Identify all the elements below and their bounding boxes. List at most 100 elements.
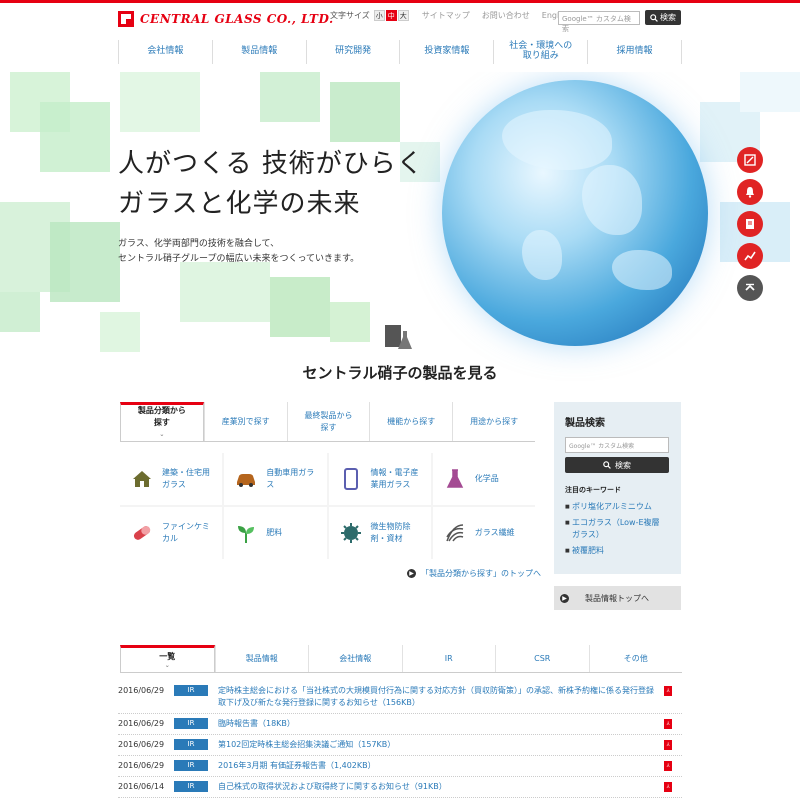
decor-square [330,302,370,342]
product-category-grid: 建築・住宅用 ガラス 自動車用ガラ ス 情報・電子産 業用ガラス 化学品 ファイ… [120,453,535,559]
product-search-button[interactable]: 検索 [565,457,669,473]
contact-link[interactable]: お問い合わせ [482,10,530,21]
news-date: 2016/06/29 [118,761,165,770]
car-icon [234,467,258,491]
keyword-link[interactable]: エコガラス（Low-E複層 ガラス） [565,517,670,541]
news-tab-ir[interactable]: IR [401,645,496,672]
category-label: 建築・住宅用 ガラス [162,468,210,489]
category-label: 微生物防除 剤・資材 [370,522,411,543]
decor-square [260,72,320,122]
global-nav: 会社情報 製品情報 研究開発 投資家情報 社会・環境への 取り組み 採用情報 [118,40,682,64]
news-item: 2016/06/29 IR 第102回定時株主総会招集決議ご通知（157KB） … [118,735,682,756]
utility-bar: 文字サイズ 小 中 大 サイトマップ お問い合わせ English [330,10,571,21]
capsule-icon [130,521,154,545]
hero-sub-line2: セントラル硝子グループの幅広い未来をつくっていきます。 [118,254,360,264]
site-search-input[interactable]: Google™ カスタム検索 [558,11,640,33]
category-fine-chemicals[interactable]: ファインケミ カル [120,507,223,559]
category-label: 化学品 [474,474,499,483]
hero-title-line1: 人がつくる 技術がひらく [118,149,424,179]
nav-careers[interactable]: 採用情報 [587,40,682,64]
float-document-button[interactable] [737,211,763,237]
news-tab-products[interactable]: 製品情報 [214,645,309,672]
category-chemicals[interactable]: 化学品 [432,453,535,505]
category-label: 肥料 [266,528,283,537]
float-chart-button[interactable] [737,243,763,269]
company-logo[interactable]: CENTRAL GLASS CO., LTD. [118,11,334,27]
tab-by-category-label: 製品分類から 探す [137,406,186,427]
chevron-down-icon: ⌄ [159,431,165,438]
product-info-top-button[interactable]: ▶ 製品情報トップへ [554,586,681,610]
news-item: 2016/06/29 IR 定時株主総会における「当社株式の大規模買付行為に関す… [118,681,682,714]
decor-square [180,262,270,322]
news-tab-company[interactable]: 会社情報 [308,645,402,672]
page-top-button[interactable] [737,275,763,301]
category-electronics-glass[interactable]: 情報・電子産 業用ガラス [328,453,431,505]
font-size-large-button[interactable]: 大 [397,10,409,21]
glass-flask-icon [383,323,415,355]
tab-by-usage[interactable]: 用途から探す [452,402,535,441]
hero-title: 人がつくる 技術がひらく ガラスと化学の未来 [118,144,424,224]
news-tab-csr[interactable]: CSR [495,645,589,672]
site-search-button[interactable]: 検索 [645,10,681,25]
font-size-small-button[interactable]: 小 [373,10,385,21]
category-glass-fiber[interactable]: ガラス繊維 [432,507,535,559]
globe-image [442,80,708,346]
arrow-right-icon: ▶ [560,593,569,603]
category-label: ガラス繊維 [474,528,515,537]
float-news-button[interactable] [737,179,763,205]
products-heading: セントラル硝子の製品を見る [302,364,498,382]
category-label: ファインケミ カル [162,522,210,543]
news-list: 2016/06/29 IR 定時株主総会における「当社株式の大規模買付行為に関す… [118,681,682,798]
category-auto-glass[interactable]: 自動車用ガラ ス [224,453,327,505]
nav-company[interactable]: 会社情報 [118,40,212,64]
tablet-icon [339,467,363,491]
news-tab-other[interactable]: その他 [588,645,683,672]
hero-sub-line1: ガラス、化学両部門の技術を融合して、 [118,239,280,249]
news-title-link[interactable]: 第102回定時株主総会招集決議ご通知（157KB） [218,739,682,751]
news-tab-all[interactable]: 一覧 ⌄ [120,645,215,672]
decor-square [0,292,40,332]
category-building-glass[interactable]: 建築・住宅用 ガラス [120,453,223,505]
category-microbial-control[interactable]: 微生物防除 剤・資材 [328,507,431,559]
globe-land [502,110,612,170]
logo-text: CENTRAL GLASS CO., LTD. [140,12,334,26]
tab-by-function[interactable]: 機能から探す [369,402,453,441]
tab-by-industry[interactable]: 産業別で探す [203,402,287,441]
news-tag: IR [174,685,208,696]
nav-csr[interactable]: 社会・環境への 取り組み [493,40,587,64]
nav-investors[interactable]: 投資家情報 [399,40,493,64]
float-product-button[interactable] [737,147,763,173]
news-date: 2016/06/29 [118,740,165,749]
category-top-link[interactable]: ▶ 「製品分類から探す」のトップへ [407,568,541,579]
tab-by-final-product[interactable]: 最終製品から 探す [286,402,370,441]
chevron-down-icon: ⌄ [164,662,170,669]
nav-research[interactable]: 研究開発 [305,40,400,64]
decor-square [40,102,110,172]
news-title-link[interactable]: 定時株主総会における「当社株式の大規模買付行為に関する対応方針（買収防衛策）」の… [218,685,682,709]
news-date: 2016/06/14 [118,782,165,791]
news-title-link[interactable]: 2016年3月期 有価証券報告書（1,402KB） [218,760,682,772]
pdf-icon: ⅄ [664,719,672,729]
font-size-medium-button[interactable]: 中 [385,10,397,21]
news-title-link[interactable]: 臨時報告書（18KB） [218,718,682,730]
category-top-link-label: 「製品分類から探す」のトップへ [421,569,541,578]
category-fertilizer[interactable]: 肥料 [224,507,327,559]
news-tag: IR [174,739,208,750]
sitemap-link[interactable]: サイトマップ [422,10,470,21]
brand-top-line [0,0,800,3]
sprout-icon [234,521,258,545]
news-item: 2016/06/29 IR 2016年3月期 有価証券報告書（1,402KB） … [118,756,682,777]
tab-by-category[interactable]: 製品分類から 探す ⌄ [120,402,204,441]
keywords-title: 注目のキーワード [565,486,621,494]
product-search-input[interactable]: Google™ カスタム検索 [565,437,669,453]
decor-square [100,312,140,352]
news-title-link[interactable]: 自己株式の取得状況および取得終了に関するお知らせ（91KB） [218,781,682,793]
nav-products[interactable]: 製品情報 [211,40,306,64]
category-label: 自動車用ガラ ス [266,468,315,489]
logo-mark-icon [118,11,134,27]
globe-land [522,230,562,280]
keyword-link[interactable]: ポリ塩化アルミニウム [565,501,670,513]
fiber-icon [443,521,467,545]
keyword-link[interactable]: 被覆肥料 [565,545,670,557]
decor-square [740,72,800,112]
